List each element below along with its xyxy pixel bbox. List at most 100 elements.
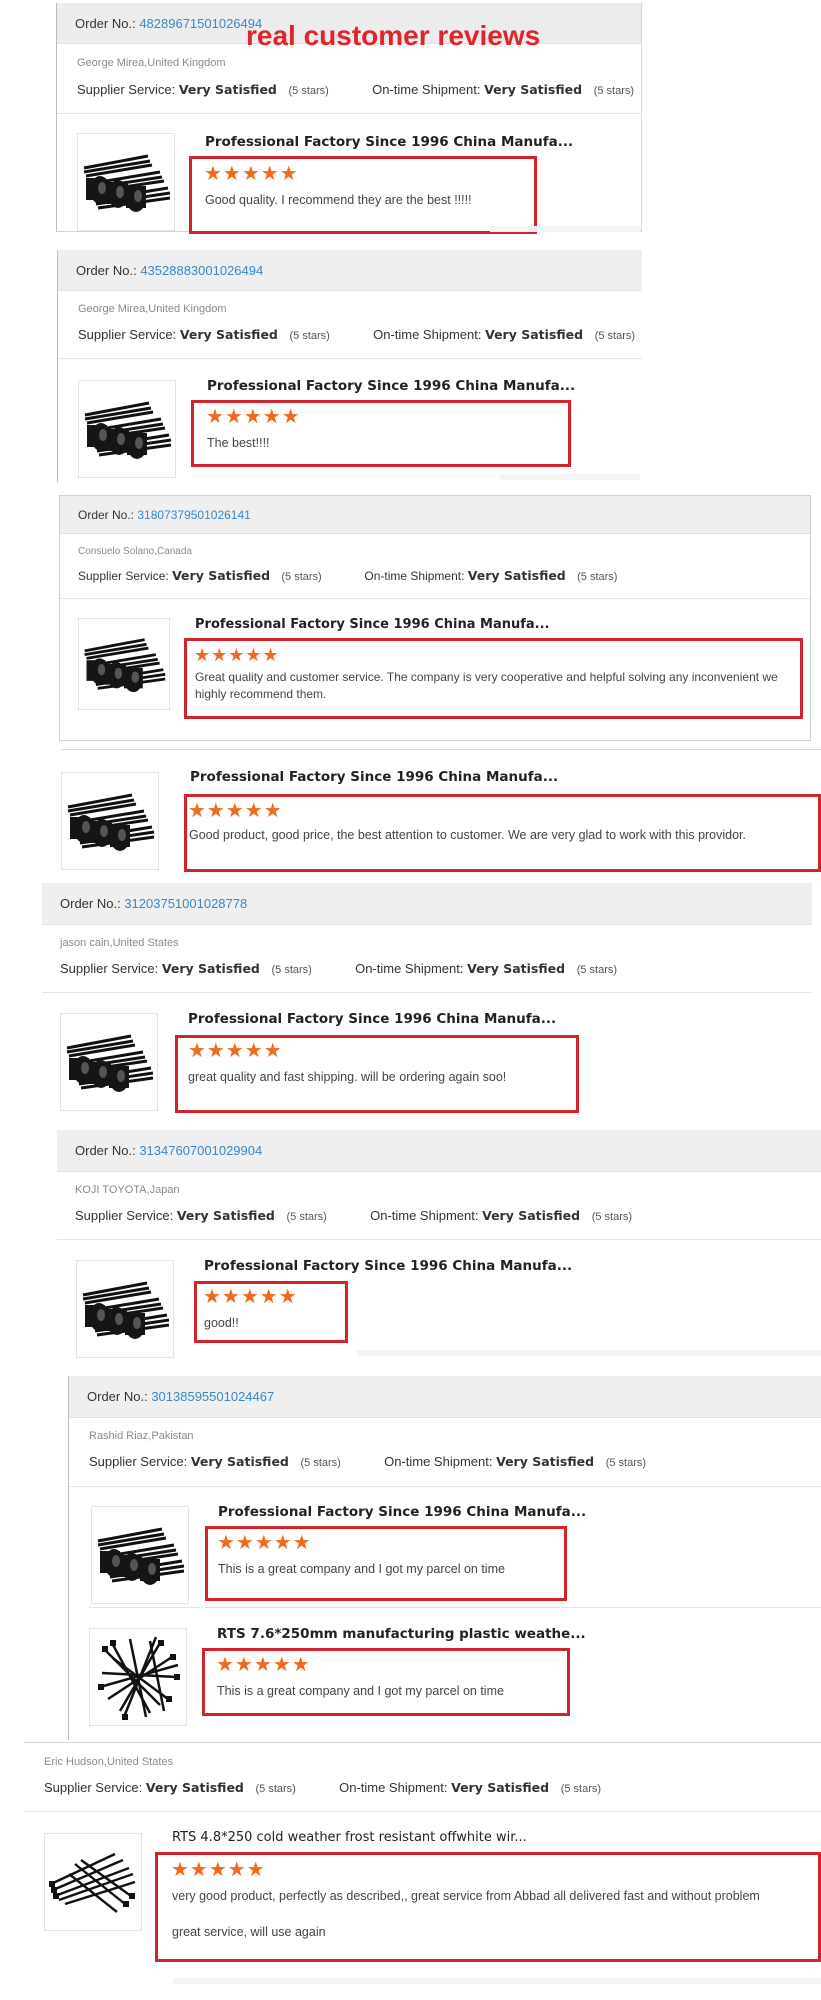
supplier-service-stars: (5 stars) [288, 85, 329, 97]
product-title-link[interactable]: Professional Factory Since 1996 China Ma… [207, 378, 575, 394]
product-thumbnail[interactable] [78, 618, 170, 710]
supplier-service-value: Very Satisfied [161, 961, 260, 976]
divider [24, 1811, 821, 1812]
supplier-service-stars: (5 stars) [255, 1783, 296, 1795]
order-number-link[interactable]: 30138595501024467 [151, 1389, 274, 1404]
shipment-label: On-time Shipment: [370, 1208, 479, 1223]
supplier-service-value: Very Satisfied [178, 82, 277, 97]
supplier-service-label: Supplier Service: [75, 1208, 174, 1223]
review-card: Order No.: 31203751001028778 jason cain,… [42, 883, 812, 1113]
product-title-link[interactable]: Professional Factory Since 1996 China Ma… [190, 769, 558, 785]
order-bar: Order No.: 43528883001026494 [58, 250, 642, 291]
review-text: This is a great company and I got my par… [218, 1562, 505, 1576]
order-label: Order No.: [75, 16, 136, 31]
supplier-service-label: Supplier Service: [60, 961, 159, 976]
buyer-name: Consuelo Solano,Canada [78, 546, 192, 557]
supplier-service-value: Very Satisfied [172, 568, 271, 583]
divider [58, 358, 642, 359]
shipment-stars: (5 stars) [577, 571, 618, 583]
product-thumbnail[interactable] [91, 1506, 189, 1604]
review-text: great quality and fast shipping. will be… [188, 1070, 507, 1084]
shipment-value: Very Satisfied [484, 82, 583, 97]
shipment-value: Very Satisfied [467, 568, 566, 583]
supplier-service-stars: (5 stars) [286, 1211, 327, 1223]
product-title-link[interactable]: Professional Factory Since 1996 China Ma… [195, 617, 549, 632]
strip [490, 226, 640, 232]
buyer-name: jason cain,United States [60, 937, 179, 949]
divider [57, 113, 641, 114]
shipment-value: Very Satisfied [451, 1780, 550, 1795]
product-thumbnail[interactable] [61, 772, 159, 870]
shipment-stars: (5 stars) [605, 1457, 647, 1469]
order-number-link[interactable]: 31347607001029904 [139, 1143, 262, 1158]
product-thumbnail[interactable] [60, 1013, 158, 1111]
five-star-rating: ★★★★★ [188, 1040, 283, 1062]
strip [174, 1978, 821, 1984]
order-bar: Order No.: 31203751001028778 [42, 883, 812, 925]
review-card: Order No.: 30138595501024467 Rashid Riaz… [68, 1376, 821, 1740]
product-thumbnail[interactable] [76, 1260, 174, 1358]
shipment-value: Very Satisfied [482, 1208, 581, 1223]
five-star-rating: ★★★★★ [171, 1859, 266, 1881]
order-label: Order No.: [60, 896, 121, 911]
product-title-link[interactable]: Professional Factory Since 1996 China Ma… [204, 1258, 572, 1274]
product-thumbnail[interactable] [89, 1628, 187, 1726]
shipment-label: On-time Shipment: [384, 1454, 493, 1469]
review-text: This is a great company and I got my par… [217, 1684, 504, 1698]
five-star-rating: ★★★★★ [216, 1654, 311, 1676]
supplier-service-stars: (5 stars) [281, 571, 322, 583]
strip [500, 474, 640, 480]
order-bar: Order No.: 31347607001029904 [57, 1130, 821, 1172]
supplier-service-label: Supplier Service: [77, 82, 176, 97]
divider [61, 749, 821, 750]
product-thumbnail[interactable] [44, 1833, 142, 1931]
shipment-stars: (5 stars) [560, 1783, 602, 1795]
rating-row: Supplier Service: Very Satisfied (5 star… [89, 1454, 646, 1469]
rating-row: Supplier Service: Very Satisfied (5 star… [44, 1780, 601, 1795]
product-title-link[interactable]: Professional Factory Since 1996 China Ma… [218, 1504, 586, 1520]
order-label: Order No.: [75, 1143, 136, 1158]
order-number-link[interactable]: 43528883001026494 [140, 263, 263, 278]
review-text-line2: great service, will use again [172, 1925, 326, 1939]
order-number-link[interactable]: 31807379501026141 [137, 508, 250, 522]
supplier-service-value: Very Satisfied [179, 327, 278, 342]
product-title-link[interactable]: Professional Factory Since 1996 China Ma… [205, 134, 573, 150]
product-title-link[interactable]: Professional Factory Since 1996 China Ma… [188, 1011, 556, 1027]
shipment-value: Very Satisfied [467, 961, 566, 976]
product-title-link[interactable]: RTS 7.6*250mm manufacturing plastic weat… [217, 1626, 586, 1642]
shipment-stars: (5 stars) [576, 964, 618, 976]
order-label: Order No.: [87, 1389, 148, 1404]
review-text: good!! [204, 1316, 239, 1330]
five-star-rating: ★★★★★ [203, 1286, 298, 1308]
five-star-rating: ★★★★★ [204, 163, 299, 185]
supplier-service-label: Supplier Service: [78, 327, 177, 342]
divider [89, 1607, 821, 1608]
buyer-name: Rashid Riaz,Pakistan [89, 1430, 194, 1442]
divider [69, 1486, 821, 1487]
shipment-label: On-time Shipment: [364, 569, 465, 583]
order-number-link[interactable]: 31203751001028778 [124, 896, 247, 911]
product-thumbnail[interactable] [77, 133, 175, 231]
rating-row: Supplier Service: Very Satisfied (5 star… [75, 1208, 632, 1223]
product-title-link[interactable]: RTS 4.8*250 cold weather frost resistant… [172, 1830, 527, 1845]
five-star-rating: ★★★★★ [188, 800, 283, 822]
shipment-label: On-time Shipment: [355, 961, 464, 976]
divider [42, 992, 812, 993]
order-bar: Order No.: 31807379501026141 [60, 496, 810, 534]
shipment-stars: (5 stars) [593, 85, 635, 97]
review-text: very good product, perfectly as describe… [172, 1889, 760, 1903]
review-text: Good product, good price, the best atten… [189, 828, 747, 842]
review-card: Order No.: 31347607001029904 KOJI TOYOTA… [57, 1130, 821, 1360]
buyer-name: George Mirea,United Kingdom [78, 303, 227, 315]
divider [24, 1742, 821, 1743]
product-thumbnail[interactable] [78, 380, 176, 478]
buyer-name: George Mirea,United Kingdom [77, 57, 226, 69]
review-text: Good quality. I recommend they are the b… [205, 193, 472, 207]
supplier-service-label: Supplier Service: [89, 1454, 188, 1469]
shipment-stars: (5 stars) [594, 330, 636, 342]
order-bar: Order No.: 30138595501024467 [69, 1376, 821, 1418]
shipment-label: On-time Shipment: [339, 1780, 448, 1795]
order-number-link[interactable]: 48289671501026494 [139, 16, 262, 31]
supplier-service-label: Supplier Service: [44, 1780, 143, 1795]
divider [60, 598, 810, 599]
